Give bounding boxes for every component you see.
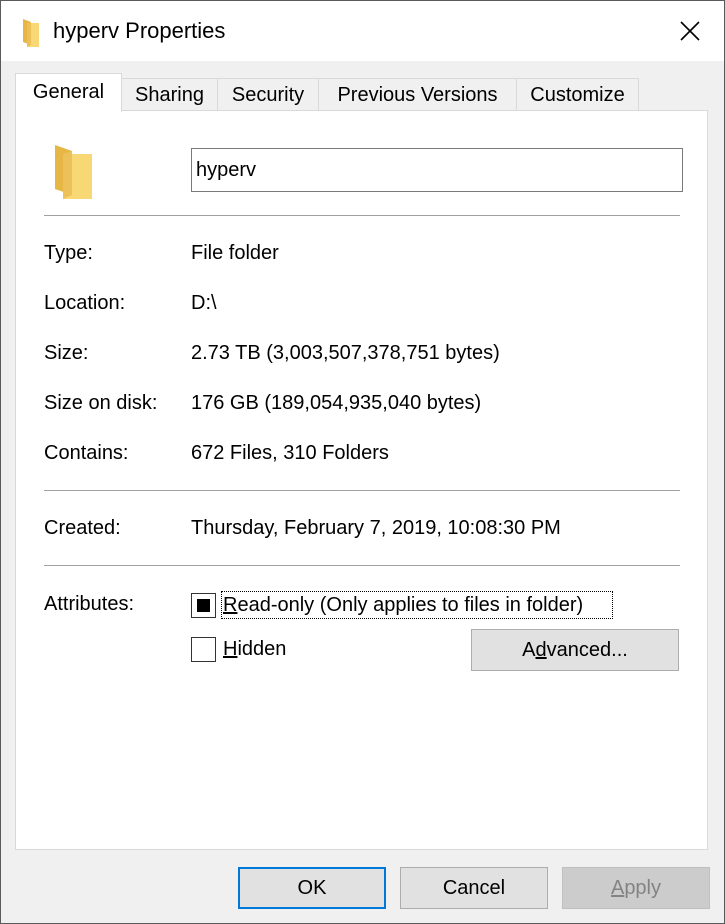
- tab-label: Customize: [530, 84, 625, 106]
- mnemonic-letter: d: [535, 638, 547, 661]
- folder-icon: [23, 19, 39, 47]
- mnemonic-letter: H: [223, 638, 238, 660]
- mnemonic-letter: R: [223, 594, 238, 616]
- folder-icon: [55, 145, 92, 199]
- contains-label: Contains:: [44, 442, 129, 464]
- indeterminate-mark: [197, 599, 210, 612]
- label-text: pply: [624, 876, 662, 899]
- size-value: 2.73 TB (3,003,507,378,751 bytes): [191, 342, 500, 364]
- tab-label: Sharing: [135, 84, 204, 106]
- tab-label: Previous Versions: [337, 84, 498, 106]
- tab-general[interactable]: General: [15, 73, 122, 112]
- hidden-label[interactable]: Hidden: [223, 638, 286, 661]
- mnemonic-letter: A: [610, 876, 625, 899]
- title-bar: hyperv Properties: [1, 1, 724, 61]
- close-button[interactable]: [667, 11, 713, 51]
- size-on-disk-label: Size on disk:: [44, 392, 158, 414]
- folder-name-input[interactable]: [191, 148, 683, 192]
- label-text: vanced...: [546, 638, 628, 661]
- tab-sharing[interactable]: Sharing: [121, 78, 218, 110]
- type-value: File folder: [191, 242, 279, 264]
- hidden-checkbox[interactable]: [191, 637, 216, 662]
- location-label: Location:: [44, 292, 126, 314]
- created-label: Created:: [44, 517, 121, 539]
- close-icon: [680, 21, 700, 41]
- size-label: Size:: [44, 342, 89, 364]
- tab-previous-versions[interactable]: Previous Versions: [318, 78, 517, 110]
- size-on-disk-value: 176 GB (189,054,935,040 bytes): [191, 392, 482, 414]
- dialog-client: General Sharing Security Previous Versio…: [1, 61, 724, 923]
- cancel-button[interactable]: Cancel: [400, 867, 548, 909]
- ok-button[interactable]: OK: [238, 867, 386, 909]
- general-tab-panel: Type: File folder Location: D:\ Size: 2.…: [15, 110, 708, 850]
- separator: [44, 565, 680, 566]
- location-value: D:\: [191, 292, 217, 314]
- tab-label: General: [32, 81, 105, 103]
- tab-customize[interactable]: Customize: [516, 78, 639, 110]
- advanced-button[interactable]: Advanced...: [471, 629, 679, 671]
- created-value: Thursday, February 7, 2019, 10:08:30 PM: [191, 517, 561, 539]
- apply-button[interactable]: Apply: [562, 867, 710, 909]
- type-label: Type:: [44, 242, 93, 264]
- readonly-label[interactable]: Read-only (Only applies to files in fold…: [223, 594, 583, 617]
- label-text: A: [522, 638, 536, 661]
- attributes-label: Attributes:: [44, 593, 135, 615]
- contains-value: 672 Files, 310 Folders: [191, 442, 389, 464]
- properties-window: hyperv Properties General Sharing Securi…: [0, 0, 725, 924]
- tab-security[interactable]: Security: [217, 78, 319, 110]
- tab-label: Security: [231, 84, 305, 106]
- label-text: idden: [237, 638, 287, 660]
- separator: [44, 490, 680, 491]
- window-title: hyperv Properties: [53, 18, 226, 43]
- readonly-checkbox[interactable]: [191, 593, 216, 618]
- separator: [44, 215, 680, 216]
- label-text: ead-only (Only applies to files in folde…: [237, 594, 584, 616]
